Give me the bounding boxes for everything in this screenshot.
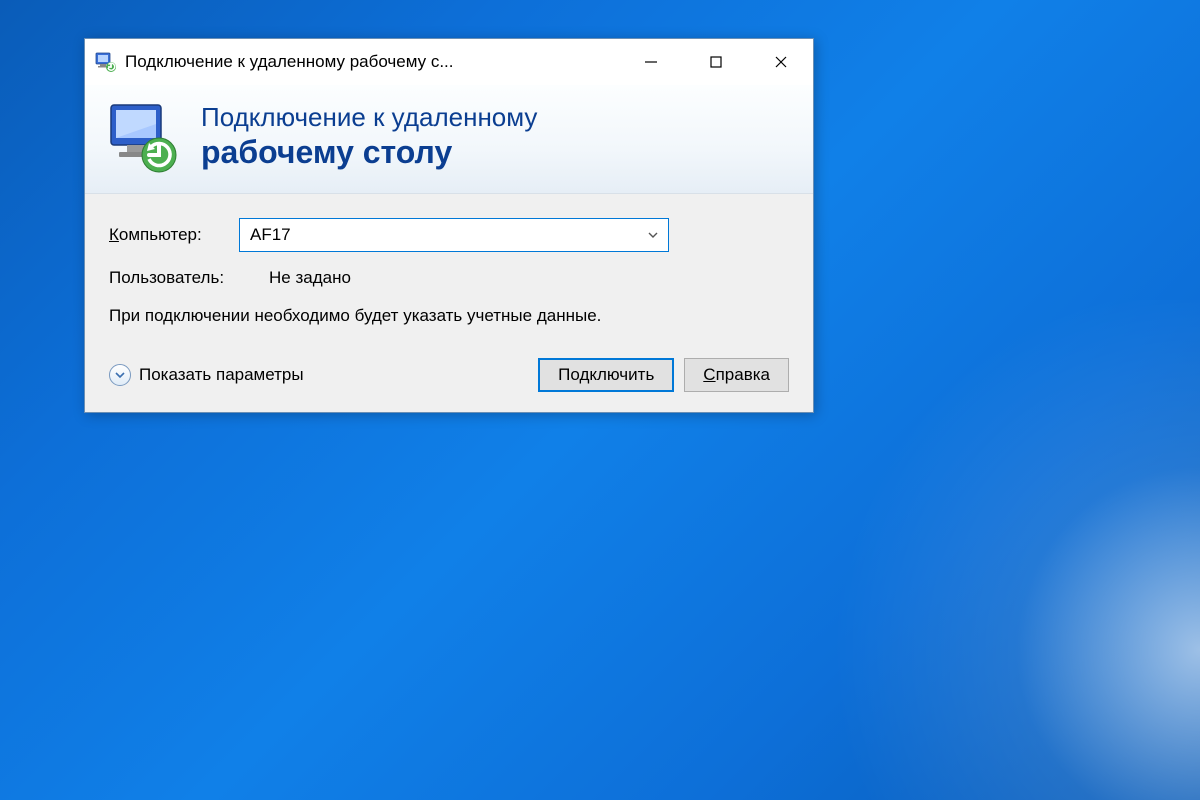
header-line2: рабочему столу bbox=[201, 133, 537, 171]
header-line1: Подключение к удаленному bbox=[201, 102, 537, 133]
titlebar-title: Подключение к удаленному рабочему с... bbox=[125, 52, 618, 72]
help-button[interactable]: Справка bbox=[684, 358, 789, 392]
rdp-dialog-window: Подключение к удаленному рабочему с... bbox=[84, 38, 814, 413]
dialog-body: Компьютер: Пользователь: Не задано При п… bbox=[85, 194, 813, 412]
header-band: Подключение к удаленному рабочему столу bbox=[85, 85, 813, 194]
titlebar[interactable]: Подключение к удаленному рабочему с... bbox=[85, 39, 813, 85]
titlebar-controls bbox=[618, 39, 813, 85]
computer-input[interactable] bbox=[240, 219, 638, 251]
close-button[interactable] bbox=[748, 39, 813, 85]
user-value: Не задано bbox=[269, 268, 351, 288]
credentials-info-text: При подключении необходимо будет указать… bbox=[109, 304, 629, 328]
rdp-logo-icon bbox=[105, 99, 181, 175]
user-row: Пользователь: Не задано bbox=[109, 268, 789, 288]
header-text: Подключение к удаленному рабочему столу bbox=[201, 102, 537, 172]
show-options-label: Показать параметры bbox=[139, 365, 304, 385]
chevron-down-icon[interactable] bbox=[638, 219, 668, 251]
minimize-button[interactable] bbox=[618, 39, 683, 85]
maximize-button[interactable] bbox=[683, 39, 748, 85]
rdp-titlebar-icon bbox=[95, 51, 117, 73]
footer-row: Показать параметры Подключить Справка bbox=[109, 358, 789, 392]
chevron-down-circle-icon bbox=[109, 364, 131, 386]
computer-label: Компьютер: bbox=[109, 225, 239, 245]
computer-row: Компьютер: bbox=[109, 218, 789, 252]
computer-combobox[interactable] bbox=[239, 218, 669, 252]
user-label: Пользователь: bbox=[109, 268, 239, 288]
connect-button[interactable]: Подключить bbox=[538, 358, 674, 392]
show-options-toggle[interactable]: Показать параметры bbox=[109, 364, 304, 386]
